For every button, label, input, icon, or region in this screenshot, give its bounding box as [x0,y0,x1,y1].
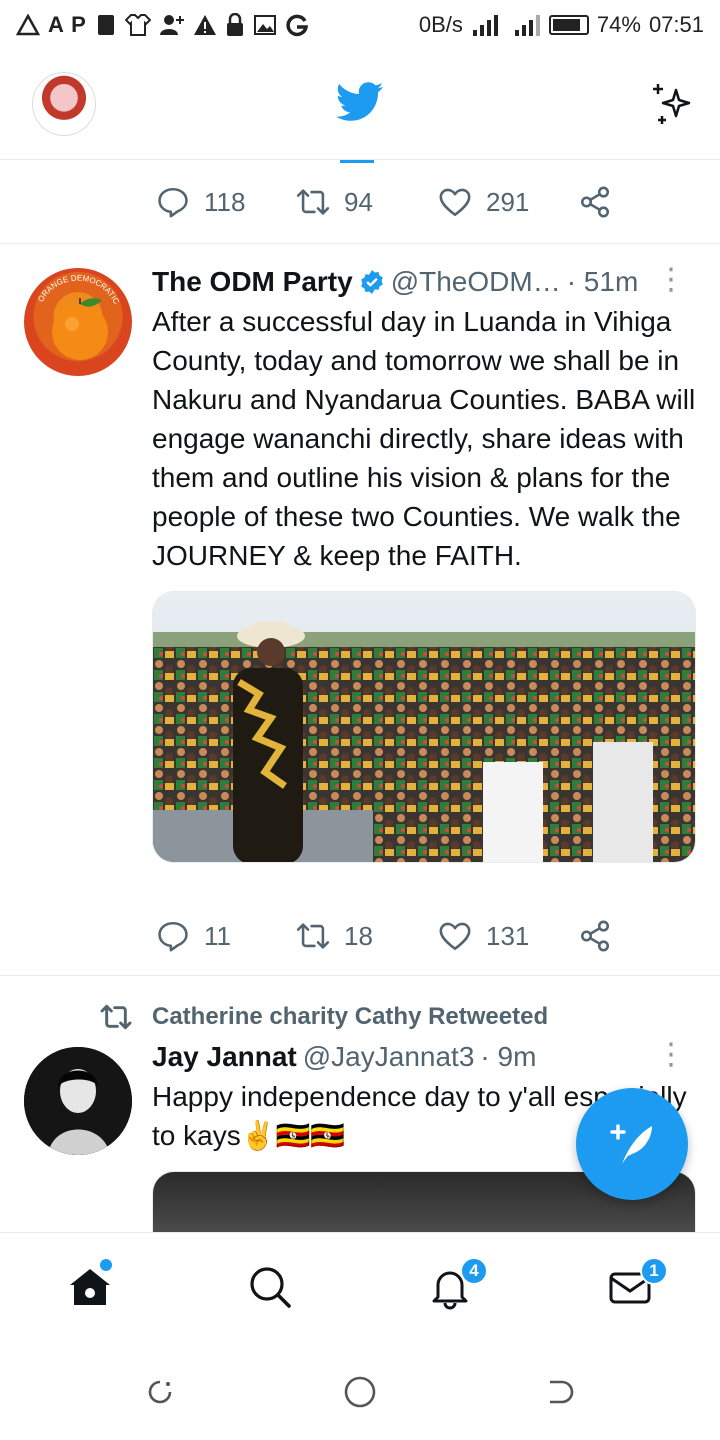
heart-icon [439,188,471,217]
system-nav-bar [0,1342,720,1440]
like-count: 291 [486,186,530,217]
status-bar: A P 0B/s 74% 07:51 [0,0,720,50]
battery-level: 74% [596,12,641,37]
network-speed: 0B/s [418,12,463,37]
verified-badge-icon [360,270,383,294]
author-name[interactable]: The ODM Party [152,264,353,300]
image-icon [253,15,276,35]
retweet-button[interactable]: 18 [296,919,373,953]
home-circle-icon[interactable] [342,1374,378,1410]
status-app-letters: A P [48,12,87,37]
google-icon [286,14,308,37]
share-button[interactable] [578,919,612,953]
compose-feather-icon [610,1124,652,1164]
tweet-menu-icon[interactable]: ⋮ [656,1037,686,1072]
like-count: 131 [486,920,530,951]
notification-icon [16,14,40,36]
signal-2-icon [514,15,540,36]
shirt-icon [124,14,151,36]
retweet-button[interactable]: 94 [296,185,373,219]
heart-icon [439,922,471,951]
tweet-photo[interactable] [152,591,696,863]
tweet-header: The ODM Party @TheODM… · 51m [152,264,700,300]
signal-icon [472,15,498,36]
reply-button[interactable]: 118 [156,185,245,219]
retweeted-by-line: Catherine charity Cathy Retweeted [100,1001,548,1033]
tweet-time: · 51m [566,266,639,297]
author-name[interactable]: Jay Jannat [152,1039,297,1075]
warning-icon [193,15,216,35]
reply-icon [158,187,188,218]
share-icon [580,920,610,952]
tweet-time: · 9m [480,1041,537,1072]
tweet-header: Jay Jannat @JayJannat3 · 9m [152,1039,700,1075]
twitter-bird-icon[interactable] [336,82,384,122]
author-handle[interactable]: @TheODM… [391,264,561,300]
reply-count: 11 [204,920,231,951]
reply-button[interactable]: 11 [156,919,231,953]
profile-avatar[interactable] [32,72,96,136]
retweet-icon [296,923,330,949]
app-header [0,50,720,160]
search-icon[interactable] [246,1263,294,1311]
lock-icon [226,13,243,36]
clock: 07:51 [648,12,704,37]
share-icon [580,186,610,218]
retweet-count: 18 [344,920,373,951]
retweet-icon [100,1004,132,1030]
battery-icon [548,15,589,35]
rally-photo [153,592,695,862]
recents-icon[interactable] [144,1376,176,1408]
retweet-icon [296,189,330,215]
like-button[interactable]: 131 [438,919,529,953]
messages-badge: 1 [640,1257,668,1285]
previous-tweet-actions: 118 94 291 [0,160,720,244]
status-right: 0B/s 74% 07:51 [419,12,704,38]
bottom-nav: 4 1 [0,1232,720,1342]
tweet-menu-icon[interactable]: ⋮ [656,262,686,297]
sim-icon [97,15,114,35]
svg-text:ORANGE DEMOCRATIC MOVEMENT: ORANGE DEMOCRATIC MOVEMENT [24,268,122,307]
retweeted-by-text[interactable]: Catherine charity Cathy Retweeted [152,1003,548,1031]
retweet-count: 94 [344,186,373,217]
orange-fruit-icon: ORANGE DEMOCRATIC MOVEMENT [24,268,122,360]
reply-count: 118 [204,186,246,217]
jay-jannat-avatar[interactable] [24,1047,132,1155]
author-handle[interactable]: @JayJannat3 [303,1039,475,1075]
notifications-badge: 4 [460,1257,488,1285]
like-button[interactable]: 291 [438,185,529,219]
portrait-photo [24,1047,132,1155]
tweet-odm[interactable]: ORANGE DEMOCRATIC MOVEMENT The ODM Party… [0,244,720,976]
compose-tweet-button[interactable] [576,1088,688,1200]
home-new-dot [100,1259,112,1271]
add-user-icon [159,15,184,35]
reply-icon [158,921,188,952]
odm-avatar[interactable]: ORANGE DEMOCRATIC MOVEMENT [24,268,132,376]
sparkle-icon[interactable] [648,80,696,128]
back-icon[interactable] [544,1376,576,1408]
tweet-text: After a successful day in Luanda in Vihi… [152,306,696,571]
share-button[interactable] [578,185,612,219]
status-left-icons: A P [16,12,309,38]
